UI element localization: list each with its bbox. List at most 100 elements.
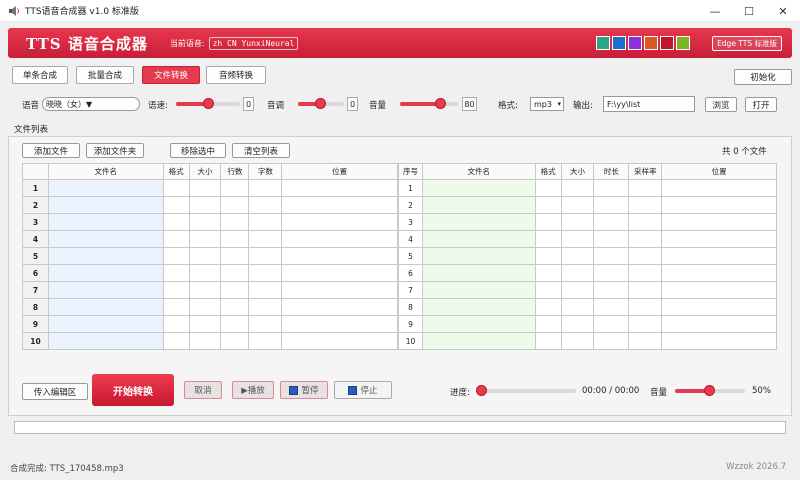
table-cell[interactable] <box>628 247 663 265</box>
source-file-table[interactable]: 文件名 格式 大小 行数 字数 位置 1 2 3 4 5 6 7 8 9 10 <box>22 163 398 350</box>
filename-cell[interactable] <box>421 179 536 197</box>
table-cell[interactable] <box>248 213 283 231</box>
playback-progress-slider[interactable] <box>476 384 576 398</box>
tab-audio-conversion[interactable]: 音频转换 <box>206 66 266 84</box>
table-row[interactable]: 3 <box>22 213 398 231</box>
row-number[interactable]: 2 <box>398 196 423 214</box>
filename-cell[interactable] <box>47 332 164 350</box>
table-cell[interactable] <box>162 315 190 333</box>
filename-cell[interactable] <box>421 315 536 333</box>
table-cell[interactable] <box>188 179 222 197</box>
tab-single-synthesis[interactable]: 单条合成 <box>12 66 68 84</box>
table-cell[interactable] <box>628 281 663 299</box>
table-cell[interactable] <box>281 298 398 316</box>
row-number[interactable]: 7 <box>22 281 49 299</box>
out-header-4[interactable]: 时长 <box>593 163 630 180</box>
out-header-3[interactable]: 大小 <box>560 163 595 180</box>
table-cell[interactable] <box>162 213 190 231</box>
table-row[interactable]: 9 <box>398 315 777 333</box>
filename-cell[interactable] <box>47 247 164 265</box>
filename-cell[interactable] <box>47 213 164 231</box>
table-cell[interactable] <box>560 298 595 316</box>
theme-swatch-5[interactable] <box>660 36 674 50</box>
row-number[interactable]: 8 <box>398 298 423 316</box>
table-cell[interactable] <box>661 213 777 231</box>
row-number[interactable]: 1 <box>398 179 423 197</box>
table-cell[interactable] <box>593 332 630 350</box>
table-cell[interactable] <box>220 315 250 333</box>
row-number[interactable]: 5 <box>398 247 423 265</box>
filename-cell[interactable] <box>421 230 536 248</box>
table-cell[interactable] <box>162 196 190 214</box>
table-cell[interactable] <box>593 281 630 299</box>
table-cell[interactable] <box>281 281 398 299</box>
table-cell[interactable] <box>593 230 630 248</box>
row-number[interactable]: 10 <box>22 332 49 350</box>
filename-cell[interactable] <box>47 179 164 197</box>
table-cell[interactable] <box>534 230 562 248</box>
tab-batch-synthesis[interactable]: 批量合成 <box>76 66 134 84</box>
table-cell[interactable] <box>220 264 250 282</box>
table-row[interactable]: 2 <box>398 196 777 214</box>
table-cell[interactable] <box>534 247 562 265</box>
add-file-button[interactable]: 添加文件 <box>22 143 80 158</box>
player-volume-knob[interactable] <box>704 385 715 396</box>
table-row[interactable]: 9 <box>22 315 398 333</box>
table-cell[interactable] <box>534 298 562 316</box>
table-cell[interactable] <box>188 264 222 282</box>
table-row[interactable]: 7 <box>22 281 398 299</box>
table-cell[interactable] <box>628 298 663 316</box>
table-cell[interactable] <box>534 315 562 333</box>
table-row[interactable]: 1 <box>398 179 777 197</box>
clear-list-button[interactable]: 清空列表 <box>232 143 290 158</box>
table-cell[interactable] <box>220 179 250 197</box>
table-cell[interactable] <box>560 264 595 282</box>
table-cell[interactable] <box>162 332 190 350</box>
cancel-button[interactable]: 取消 <box>184 381 222 399</box>
filename-cell[interactable] <box>47 315 164 333</box>
table-cell[interactable] <box>628 179 663 197</box>
theme-swatch-2[interactable] <box>612 36 626 50</box>
table-cell[interactable] <box>188 230 222 248</box>
table-cell[interactable] <box>560 213 595 231</box>
rate-slider[interactable] <box>176 97 240 111</box>
table-cell[interactable] <box>220 196 250 214</box>
open-button[interactable]: 打开 <box>745 97 777 112</box>
table-cell[interactable] <box>248 315 283 333</box>
row-number[interactable]: 5 <box>22 247 49 265</box>
table-cell[interactable] <box>188 247 222 265</box>
table-cell[interactable] <box>248 332 283 350</box>
row-number[interactable]: 7 <box>398 281 423 299</box>
table-cell[interactable] <box>220 213 250 231</box>
volume-slider[interactable] <box>400 97 458 111</box>
table-cell[interactable] <box>281 247 398 265</box>
table-cell[interactable] <box>534 281 562 299</box>
table-cell[interactable] <box>162 230 190 248</box>
table-cell[interactable] <box>162 281 190 299</box>
table-cell[interactable] <box>281 179 398 197</box>
table-row[interactable]: 8 <box>398 298 777 316</box>
filename-cell[interactable] <box>421 332 536 350</box>
table-cell[interactable] <box>281 315 398 333</box>
table-cell[interactable] <box>281 264 398 282</box>
filename-cell[interactable] <box>421 298 536 316</box>
out-header-0[interactable]: 序号 <box>398 163 423 180</box>
remove-selected-button[interactable]: 移除选中 <box>170 143 226 158</box>
filename-cell[interactable] <box>421 264 536 282</box>
table-cell[interactable] <box>593 315 630 333</box>
table-cell[interactable] <box>661 264 777 282</box>
table-row[interactable]: 3 <box>398 213 777 231</box>
table-row[interactable]: 10 <box>398 332 777 350</box>
row-number[interactable]: 1 <box>22 179 49 197</box>
rate-slider-knob[interactable] <box>203 98 214 109</box>
table-cell[interactable] <box>661 196 777 214</box>
src-header-2[interactable]: 格式 <box>162 163 190 180</box>
filename-cell[interactable] <box>421 281 536 299</box>
import-editor-button[interactable]: 传入编辑区 <box>22 383 88 400</box>
table-cell[interactable] <box>188 213 222 231</box>
table-cell[interactable] <box>661 230 777 248</box>
playback-progress-knob[interactable] <box>476 385 487 396</box>
table-cell[interactable] <box>560 230 595 248</box>
src-header-1[interactable]: 文件名 <box>47 163 164 180</box>
table-cell[interactable] <box>248 179 283 197</box>
